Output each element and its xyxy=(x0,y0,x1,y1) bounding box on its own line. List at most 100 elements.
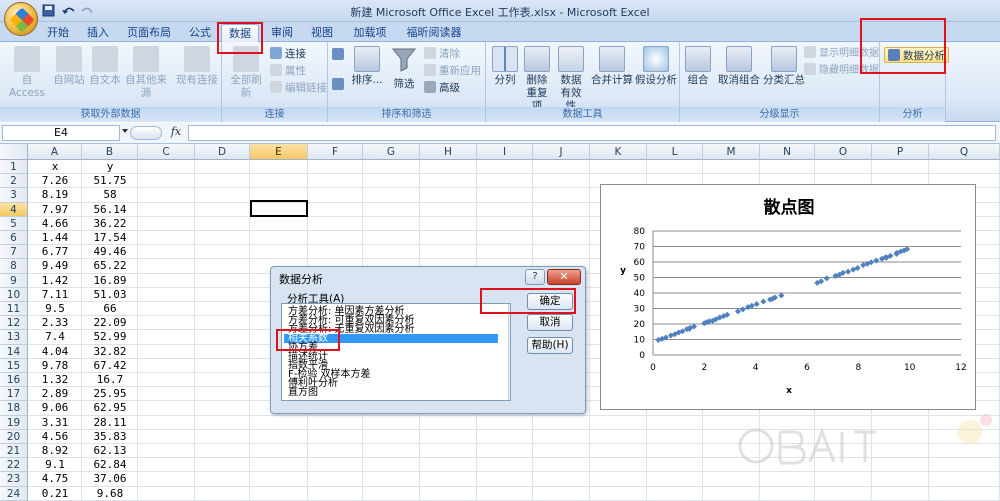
properties-button[interactable]: 属性 xyxy=(270,63,306,79)
cell[interactable]: 56.14 xyxy=(82,203,138,217)
cell[interactable]: 9.06 xyxy=(28,401,82,415)
list-item[interactable]: 直方图 xyxy=(288,388,498,398)
data-validation-button[interactable]: 数据 有效性 xyxy=(556,46,586,113)
name-box[interactable]: E4 xyxy=(2,125,120,141)
cell[interactable]: 49.46 xyxy=(82,245,138,259)
row-header-23[interactable]: 23 xyxy=(0,472,28,487)
cell[interactable]: 35.83 xyxy=(82,430,138,444)
row-header-10[interactable]: 10 xyxy=(0,287,28,302)
from-other-button[interactable]: 自其他来源 xyxy=(120,46,172,100)
tab-review[interactable]: 审阅 xyxy=(264,24,300,42)
cell[interactable]: 8.19 xyxy=(28,188,82,202)
row-header-18[interactable]: 18 xyxy=(0,401,28,416)
cell[interactable]: 8.92 xyxy=(28,444,82,458)
tab-foxit[interactable]: 福昕阅读器 xyxy=(398,24,470,42)
column-header-f[interactable]: F xyxy=(308,144,363,160)
cell[interactable]: 7.97 xyxy=(28,203,82,217)
column-header-n[interactable]: N xyxy=(760,144,815,160)
tab-formulas[interactable]: 公式 xyxy=(182,24,218,42)
column-header-q[interactable]: Q xyxy=(929,144,1000,160)
group-button[interactable]: 组合 xyxy=(684,46,712,87)
cell[interactable]: 4.56 xyxy=(28,430,82,444)
cell[interactable]: 62.13 xyxy=(82,444,138,458)
row-header-4[interactable]: 4 xyxy=(0,202,28,217)
clear-button[interactable]: 清除 xyxy=(424,46,460,62)
sort-za-button[interactable] xyxy=(332,78,347,94)
connections-button[interactable]: 连接 xyxy=(270,46,306,62)
cell[interactable]: y xyxy=(82,160,138,174)
cell[interactable]: 32.82 xyxy=(82,345,138,359)
cell[interactable]: 4.66 xyxy=(28,217,82,231)
cell[interactable]: 37.06 xyxy=(82,472,138,486)
column-header-o[interactable]: O xyxy=(815,144,872,160)
column-header-e[interactable]: E xyxy=(250,144,308,160)
cell[interactable]: 9.1 xyxy=(28,458,82,472)
list-item[interactable]: 傅利叶分析 xyxy=(288,379,498,389)
cell[interactable]: 9.78 xyxy=(28,359,82,373)
scatter-chart[interactable]: 散点图 0 10 20 30 40 50 60 70 80 0 2 4 6 8 10 12 x y xyxy=(600,184,976,410)
cell[interactable]: 4.04 xyxy=(28,345,82,359)
help-button[interactable]: 帮助(H) xyxy=(527,337,573,354)
row-header-24[interactable]: 24 xyxy=(0,486,28,501)
row-header-8[interactable]: 8 xyxy=(0,259,28,274)
column-header-j[interactable]: J xyxy=(533,144,590,160)
insert-function-button[interactable]: fx xyxy=(166,125,186,141)
select-all-corner[interactable] xyxy=(0,144,28,160)
row-header-19[interactable]: 19 xyxy=(0,415,28,430)
list-scrollbar[interactable]: ▲ ▼ xyxy=(508,304,511,400)
sort-az-button[interactable] xyxy=(332,48,347,64)
row-header-11[interactable]: 11 xyxy=(0,302,28,317)
subtotal-button[interactable]: 分类汇总 xyxy=(762,46,806,87)
row-header-22[interactable]: 22 xyxy=(0,458,28,473)
column-header-h[interactable]: H xyxy=(420,144,477,160)
active-cell-e4[interactable] xyxy=(250,200,308,217)
analysis-tools-list[interactable]: 方差分析: 单因素方差分析 方差分析: 可重复双因素分析 方差分析: 无重复双因… xyxy=(281,303,511,401)
cell[interactable]: 25.95 xyxy=(82,387,138,401)
scroll-thumb[interactable] xyxy=(510,320,511,360)
column-header-l[interactable]: L xyxy=(647,144,703,160)
cell[interactable]: 65.22 xyxy=(82,259,138,273)
column-header-d[interactable]: D xyxy=(195,144,250,160)
cell[interactable]: 2.33 xyxy=(28,316,82,330)
row-header-16[interactable]: 16 xyxy=(0,373,28,388)
edit-links-button[interactable]: 编辑链接 xyxy=(270,80,327,96)
what-if-button[interactable]: 假设分析 xyxy=(634,46,678,87)
cell[interactable]: 7.11 xyxy=(28,288,82,302)
row-header-6[interactable]: 6 xyxy=(0,231,28,246)
row-header-14[interactable]: 14 xyxy=(0,344,28,359)
tab-page-layout[interactable]: 页面布局 xyxy=(120,24,178,42)
cell[interactable]: 16.89 xyxy=(82,274,138,288)
existing-connections-button[interactable]: 现有连接 xyxy=(174,46,220,87)
column-header-p[interactable]: P xyxy=(872,144,929,160)
cell[interactable]: 51.75 xyxy=(82,174,138,188)
row-header-1[interactable]: 1 xyxy=(0,160,28,175)
advanced-filter-button[interactable]: 高级 xyxy=(424,80,460,96)
text-to-columns-button[interactable]: 分列 xyxy=(490,46,520,87)
column-header-g[interactable]: G xyxy=(363,144,420,160)
reapply-button[interactable]: 重新应用 xyxy=(424,63,481,79)
row-header-15[interactable]: 15 xyxy=(0,358,28,373)
row-header-2[interactable]: 2 xyxy=(0,174,28,189)
tab-home[interactable]: 开始 xyxy=(40,24,76,42)
refresh-all-button[interactable]: 全部刷新 xyxy=(226,46,266,100)
ungroup-button[interactable]: 取消组合 xyxy=(714,46,764,87)
cell[interactable]: 51.03 xyxy=(82,288,138,302)
column-header-m[interactable]: M xyxy=(703,144,760,160)
formula-input[interactable] xyxy=(188,125,996,141)
formula-bar-handle[interactable] xyxy=(130,126,162,140)
column-header-i[interactable]: I xyxy=(477,144,533,160)
cell[interactable]: 1.42 xyxy=(28,274,82,288)
cell[interactable]: 66 xyxy=(82,302,138,316)
office-button[interactable] xyxy=(4,2,38,36)
cell[interactable]: 1.32 xyxy=(28,373,82,387)
cell[interactable]: 4.75 xyxy=(28,472,82,486)
remove-duplicates-button[interactable]: 删除 重复项 xyxy=(522,46,552,113)
row-header-7[interactable]: 7 xyxy=(0,245,28,260)
cell[interactable]: 9.49 xyxy=(28,259,82,273)
cell[interactable]: 67.42 xyxy=(82,359,138,373)
name-box-dropdown-icon[interactable] xyxy=(122,129,128,133)
cell[interactable]: 9.5 xyxy=(28,302,82,316)
cell[interactable]: 17.54 xyxy=(82,231,138,245)
filter-button[interactable]: 筛选 xyxy=(388,46,420,91)
from-text-button[interactable]: 自文本 xyxy=(86,46,124,87)
